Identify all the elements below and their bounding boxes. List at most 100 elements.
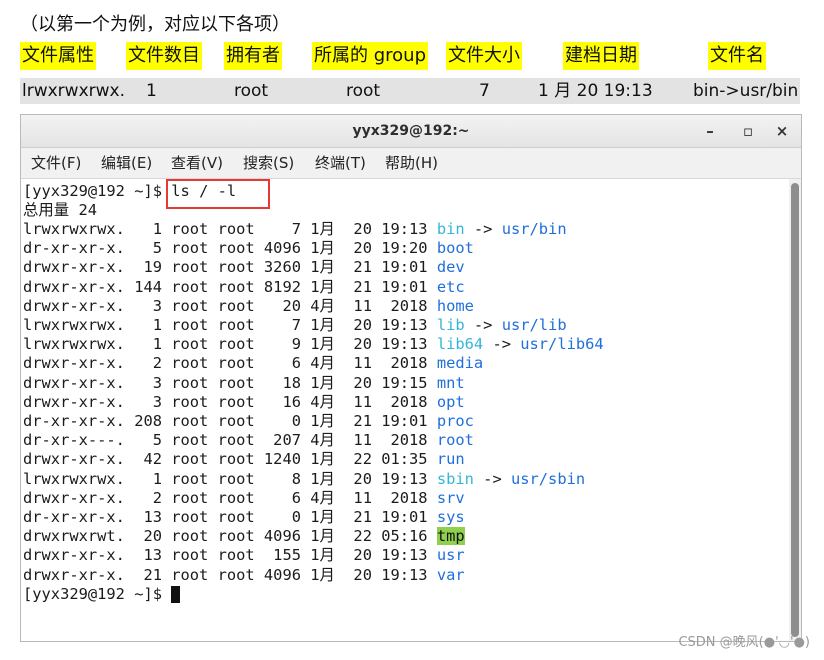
ls-row-meta: lrwxrwxrwx. 1 root root 8 1月 20 19:13 <box>23 469 437 488</box>
example-row: lrwxrwxrwx. 1 root root 7 1 月 20 19:13 b… <box>20 78 800 104</box>
menu-search[interactable]: 搜索(S) <box>243 148 294 178</box>
example-perm: lrwxrwxrwx. <box>22 81 125 101</box>
link-arrow: -> <box>464 220 502 238</box>
link-arrow: -> <box>483 335 521 354</box>
ls-row-home: drwxr-xr-x. 3 root root 20 4月 11 2018 ho… <box>23 297 474 316</box>
title-bar[interactable]: yyx329@192:~ – ▫ × <box>21 115 801 148</box>
ls-row-filename: usr <box>436 546 465 565</box>
ls-row-meta: drwxr-xr-x. 144 root root 8192 1月 21 19:… <box>23 277 437 296</box>
ls-row-meta: drwxr-xr-x. 2 root root 6 4月 11 2018 <box>23 488 437 507</box>
ls-row-sbin: lrwxrwxrwx. 1 root root 8 1月 20 19:13 sb… <box>23 470 585 489</box>
example-owner: root <box>234 81 269 101</box>
ls-row-dev: drwxr-xr-x. 19 root root 3260 1月 21 19:0… <box>23 258 465 277</box>
ls-row-filename: media <box>436 354 484 373</box>
ls-row-meta: lrwxrwxrwx. 1 root root 7 1月 20 19:13 <box>23 220 437 238</box>
ls-row-sys: dr-xr-xr-x. 13 root root 0 1月 21 19:01 s… <box>23 508 465 527</box>
ls-row-meta: drwxr-xr-x. 3 root root 18 1月 20 19:15 <box>23 373 437 392</box>
ls-row-run: drwxr-xr-x. 42 root root 1240 1月 22 01:3… <box>23 450 465 469</box>
ls-row-meta: drwxr-xr-x. 3 root root 20 4月 11 2018 <box>23 296 437 315</box>
maximize-icon[interactable]: ▫ <box>733 115 763 147</box>
link-arrow: -> <box>464 316 502 334</box>
ls-row-filename: srv <box>436 488 465 507</box>
ls-row-filename: opt <box>436 392 465 411</box>
ls-row-usr: drwxr-xr-x. 13 root root 155 1月 20 19:13… <box>23 546 465 565</box>
ls-row-meta: dr-xr-xr-x. 5 root root 4096 1月 20 19:20 <box>23 239 437 258</box>
example-size: 7 <box>479 81 490 101</box>
ls-row-filename: proc <box>436 412 474 430</box>
ls-row-filename: lib <box>436 316 465 334</box>
menu-terminal[interactable]: 终端(T) <box>315 148 366 178</box>
legend-date: 建档日期 <box>563 42 639 70</box>
menu-edit[interactable]: 编辑(E) <box>101 148 152 178</box>
link-target: usr/sbin <box>510 469 586 488</box>
ls-row-meta: dr-xr-xr-x. 13 root root 0 1月 21 19:01 <box>23 508 437 526</box>
watermark: CSDN @晚风(●'◡'●) <box>678 635 810 650</box>
legend-owner: 拥有者 <box>224 42 282 70</box>
ls-row-meta: lrwxrwxrwx. 1 root root 9 1月 20 19:13 <box>23 335 437 354</box>
legend-file-name: 文件名 <box>708 42 766 70</box>
scrollbar-thumb[interactable] <box>791 183 799 637</box>
prompt: [yyx329@192 ~]$ <box>23 584 172 603</box>
ls-row-mnt: drwxr-xr-x. 3 root root 18 1月 20 19:15 m… <box>23 374 465 393</box>
ls-row-filename: var <box>436 565 465 584</box>
command-highlight-box <box>166 179 270 209</box>
link-target: usr/lib <box>501 316 567 334</box>
ls-row-root: dr-xr-x---. 5 root root 207 4月 11 2018 r… <box>23 431 474 450</box>
ls-row-srv: drwxr-xr-x. 2 root root 6 4月 11 2018 srv <box>23 489 465 508</box>
link-target: usr/bin <box>501 220 567 238</box>
ls-row-meta: drwxr-xr-x. 13 root root 155 1月 20 19:13 <box>23 546 437 565</box>
ls-row-filename: mnt <box>436 373 465 392</box>
ls-row-bin: lrwxrwxrwx. 1 root root 7 1月 20 19:13 bi… <box>23 220 567 239</box>
example-name: bin->usr/bin <box>693 81 799 101</box>
ls-row-filename: bin <box>436 220 465 238</box>
menu-help[interactable]: 帮助(H) <box>385 148 438 178</box>
example-group: root <box>346 81 381 101</box>
ls-row-meta: drwxr-xr-x. 2 root root 6 4月 11 2018 <box>23 354 437 373</box>
ls-row-meta: drwxr-xr-x. 19 root root 3260 1月 21 19:0… <box>23 258 437 277</box>
menu-view[interactable]: 查看(V) <box>171 148 223 178</box>
legend-file-attributes: 文件属性 <box>20 42 96 70</box>
ls-row-filename: sys <box>436 508 465 526</box>
ls-row-lib64: lrwxrwxrwx. 1 root root 9 1月 20 19:13 li… <box>23 335 604 354</box>
ls-row-meta: dr-xr-xr-x. 208 root root 0 1月 21 19:01 <box>23 412 437 430</box>
ls-row-filename: sbin <box>436 469 474 488</box>
menu-file[interactable]: 文件(F) <box>31 148 81 178</box>
ls-row-meta: drwxr-xr-x. 21 root root 4096 1月 20 19:1… <box>23 565 437 584</box>
ls-row-filename: etc <box>436 277 465 296</box>
text-cursor <box>171 585 181 603</box>
ls-row-boot: dr-xr-xr-x. 5 root root 4096 1月 20 19:20… <box>23 239 474 258</box>
ls-row-meta: drwxrwxrwt. 20 root root 4096 1月 22 05:1… <box>23 527 437 546</box>
prompt-line: [yyx329@192 ~]$ <box>23 584 181 604</box>
legend-group: 所属的 group <box>312 42 428 70</box>
close-icon[interactable]: × <box>767 115 797 147</box>
prompt: [yyx329@192 ~]$ <box>23 182 172 200</box>
ls-row-filename: boot <box>436 239 474 258</box>
ls-row-filename: dev <box>436 258 465 277</box>
ls-row-meta: lrwxrwxrwx. 1 root root 7 1月 20 19:13 <box>23 316 437 334</box>
total-line: 总用量 24 <box>23 201 97 219</box>
ls-row-tmp: drwxrwxrwt. 20 root root 4096 1月 22 05:1… <box>23 527 465 546</box>
example-links: 1 <box>146 81 157 101</box>
ls-row-filename: run <box>436 450 465 469</box>
ls-row-filename: home <box>436 296 474 315</box>
ls-row-filename: lib64 <box>436 335 484 354</box>
ls-row-meta: drwxr-xr-x. 42 root root 1240 1月 22 01:3… <box>23 450 437 469</box>
terminal-output[interactable]: [yyx329@192 ~]$ ls / -l 总用量 24 lrwxrwxrw… <box>21 179 789 641</box>
legend-file-count: 文件数目 <box>126 42 202 70</box>
menu-bar: 文件(F) 编辑(E) 查看(V) 搜索(S) 终端(T) 帮助(H) <box>21 148 801 179</box>
ls-row-lib: lrwxrwxrwx. 1 root root 7 1月 20 19:13 li… <box>23 316 567 335</box>
ls-row-var: drwxr-xr-x. 21 root root 4096 1月 20 19:1… <box>23 566 465 585</box>
ls-row-filename: root <box>436 431 474 450</box>
minimize-icon[interactable]: – <box>695 115 725 147</box>
ls-row-media: drwxr-xr-x. 2 root root 6 4月 11 2018 med… <box>23 354 483 373</box>
link-arrow: -> <box>473 469 511 488</box>
link-target: usr/lib64 <box>520 335 604 354</box>
ls-row-filename: tmp <box>436 527 465 546</box>
example-date: 1 月 20 19:13 <box>538 81 653 101</box>
ls-row-meta: drwxr-xr-x. 3 root root 16 4月 11 2018 <box>23 392 437 411</box>
column-legend: 文件属性 文件数目 拥有者 所属的 group 文件大小 建档日期 文件名 <box>0 42 824 72</box>
ls-row-etc: drwxr-xr-x. 144 root root 8192 1月 21 19:… <box>23 278 465 297</box>
terminal-window[interactable]: yyx329@192:~ – ▫ × 文件(F) 编辑(E) 查看(V) 搜索(… <box>20 114 802 642</box>
window-title: yyx329@192:~ <box>352 123 470 139</box>
ls-row-opt: drwxr-xr-x. 3 root root 16 4月 11 2018 op… <box>23 393 465 412</box>
